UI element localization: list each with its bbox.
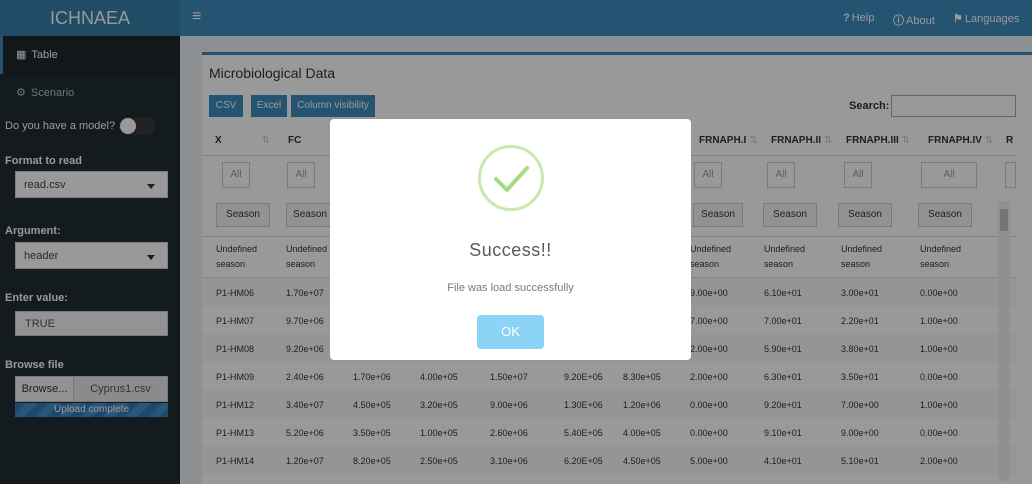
dialog-message: File was load successfully	[447, 282, 574, 294]
checkmark-icon	[494, 166, 529, 192]
ok-button[interactable]: OK	[477, 315, 544, 349]
dialog-title: Success!!	[469, 240, 552, 260]
success-circle	[478, 145, 544, 211]
success-dialog: Success!! File was load successfully OK	[330, 119, 691, 360]
